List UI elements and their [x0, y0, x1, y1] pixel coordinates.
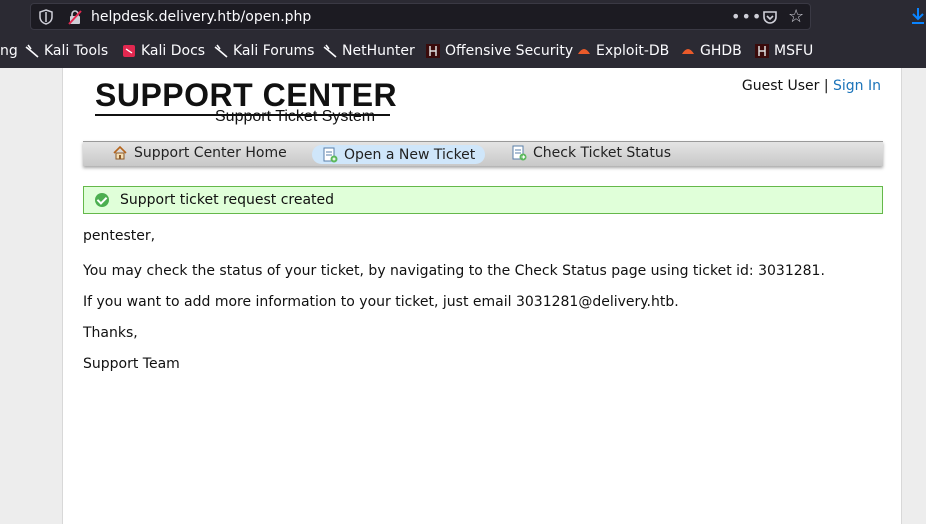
bookmark-kali-docs[interactable]: Kali Docs	[122, 43, 205, 59]
sign-in-link[interactable]: Sign In	[833, 78, 881, 94]
kali-dragon-icon	[25, 44, 39, 58]
bookmark-msfu[interactable]: MSFU	[755, 43, 813, 59]
kali-docs-icon	[123, 45, 135, 57]
bookmark-label: Offensive Security	[445, 43, 574, 59]
kali-dragon-icon	[323, 44, 337, 58]
page-actions-icon[interactable]: •••	[731, 7, 762, 26]
bookmark-label: NetHunter	[342, 43, 415, 59]
browser-viewport: SUPPORT CENTER Support Ticket System Gue…	[0, 68, 926, 524]
logo-title: SUPPORT CENTER	[95, 77, 398, 113]
nav-open-ticket[interactable]: Open a New Ticket	[312, 145, 486, 164]
message-line-email: If you want to add more information to y…	[83, 294, 679, 310]
nav-home-label: Support Center Home	[134, 145, 287, 161]
url-text[interactable]: helpdesk.delivery.htb/open.php	[91, 9, 311, 25]
download-icon[interactable]	[910, 6, 926, 26]
bookmark-ghdb[interactable]: GHDB	[681, 43, 742, 59]
browser-toolbar: helpdesk.delivery.htb/open.php ••• ☆	[0, 0, 926, 34]
bookmark-star-icon[interactable]: ☆	[788, 6, 804, 27]
bookmark-label: Kali Tools	[44, 43, 109, 59]
offsec-icon	[426, 44, 440, 58]
home-icon	[113, 145, 127, 160]
message-signature: Support Team	[83, 356, 180, 372]
message-greeting: pentester,	[83, 228, 156, 244]
message-thanks: Thanks,	[83, 325, 138, 341]
exploit-db-icon	[578, 49, 590, 54]
main-nav: Support Center Home Open a New Ticket Ch…	[83, 141, 883, 166]
bookmark-label: Kali Docs	[141, 43, 206, 59]
pocket-icon[interactable]	[762, 9, 778, 25]
new-ticket-icon	[323, 147, 338, 162]
bookmark-kali-tools[interactable]: Kali Tools	[25, 43, 108, 59]
nav-open-ticket-label: Open a New Ticket	[344, 146, 476, 163]
nav-check-status-label: Check Ticket Status	[533, 145, 671, 161]
url-bar[interactable]: helpdesk.delivery.htb/open.php ••• ☆	[30, 3, 811, 30]
bookmark-item[interactable]: ng	[0, 43, 18, 59]
bookmark-label: Kali Forums	[233, 43, 315, 59]
nav-home[interactable]: Support Center Home	[112, 145, 287, 161]
nav-check-status[interactable]: Check Ticket Status	[511, 145, 671, 161]
shield-icon[interactable]	[38, 9, 54, 25]
bookmark-offensive-security[interactable]: Offensive Security	[426, 43, 573, 59]
offsec-icon	[755, 44, 769, 58]
success-check-icon	[95, 193, 109, 207]
insecure-lock-icon[interactable]	[67, 9, 83, 25]
bookmark-label: MSFU	[774, 43, 814, 59]
success-notice: Support ticket request created	[83, 186, 883, 214]
notice-text: Support ticket request created	[120, 192, 335, 208]
bookmark-nethunter[interactable]: NetHunter	[323, 43, 415, 59]
bookmarks-toolbar: ng Kali Tools Kali Docs Kali Forums NetH…	[0, 34, 926, 68]
page-container: SUPPORT CENTER Support Ticket System Gue…	[62, 68, 902, 524]
user-info: Guest User | Sign In	[742, 78, 881, 94]
bookmark-kali-forums[interactable]: Kali Forums	[214, 43, 314, 59]
kali-dragon-icon	[214, 44, 228, 58]
guest-user-label: Guest User |	[741, 78, 829, 94]
site-logo[interactable]: SUPPORT CENTER Support Ticket System	[95, 77, 398, 125]
bookmark-exploit-db[interactable]: Exploit-DB	[577, 43, 669, 59]
bookmark-label: GHDB	[700, 43, 742, 59]
bookmark-label: Exploit-DB	[596, 43, 670, 59]
message-line-status: You may check the status of your ticket,…	[83, 263, 825, 279]
ghdb-icon	[682, 49, 694, 54]
logo-subtitle: Support Ticket System	[215, 108, 376, 125]
check-status-icon	[512, 145, 527, 161]
bookmark-label: ng	[0, 43, 18, 59]
